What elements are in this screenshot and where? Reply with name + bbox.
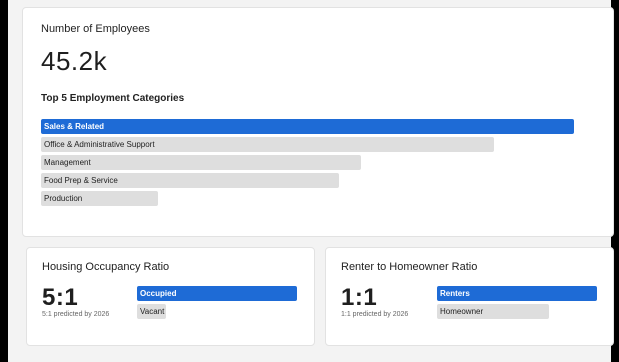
renters-label: Renters <box>440 289 470 298</box>
category-bar-office-admin[interactable]: Office & Administrative Support <box>41 137 494 152</box>
category-label: Management <box>44 158 91 167</box>
vacant-label: Vacant <box>140 307 165 316</box>
category-bar-production[interactable]: Production <box>41 191 158 206</box>
renter-title: Renter to Homeowner Ratio <box>341 261 478 273</box>
vacant-bar[interactable]: Vacant <box>137 304 166 319</box>
renter-card: Renter to Homeowner Ratio 1:1 1:1 predic… <box>325 247 614 346</box>
employees-value: 45.2k <box>41 46 108 76</box>
employees-title: Number of Employees <box>41 23 150 35</box>
occupied-label: Occupied <box>140 289 177 298</box>
category-label: Production <box>44 194 83 203</box>
housing-prediction: 5:1 predicted by 2026 <box>42 311 110 318</box>
category-bar-food-prep[interactable]: Food Prep & Service <box>41 173 339 188</box>
dashboard: Number of Employees 45.2k Top 5 Employme… <box>8 0 614 362</box>
occupied-bar[interactable]: Occupied <box>137 286 297 301</box>
category-label: Office & Administrative Support <box>44 140 155 149</box>
housing-card: Housing Occupancy Ratio 5:1 5:1 predicte… <box>26 247 315 346</box>
category-label: Food Prep & Service <box>44 176 118 185</box>
categories-title: Top 5 Employment Categories <box>41 93 185 104</box>
employees-card: Number of Employees 45.2k Top 5 Employme… <box>22 7 614 237</box>
homeowner-label: Homeowner <box>440 307 484 316</box>
renter-prediction: 1:1 predicted by 2026 <box>341 311 409 318</box>
homeowner-bar[interactable]: Homeowner <box>437 304 549 319</box>
housing-title: Housing Occupancy Ratio <box>42 261 170 273</box>
category-label: Sales & Related <box>44 122 105 131</box>
category-bar-management[interactable]: Management <box>41 155 361 170</box>
housing-ratio: 5:1 <box>42 284 79 311</box>
renter-ratio: 1:1 <box>341 284 378 311</box>
renters-bar[interactable]: Renters <box>437 286 597 301</box>
category-bar-sales[interactable]: Sales & Related <box>41 119 574 134</box>
